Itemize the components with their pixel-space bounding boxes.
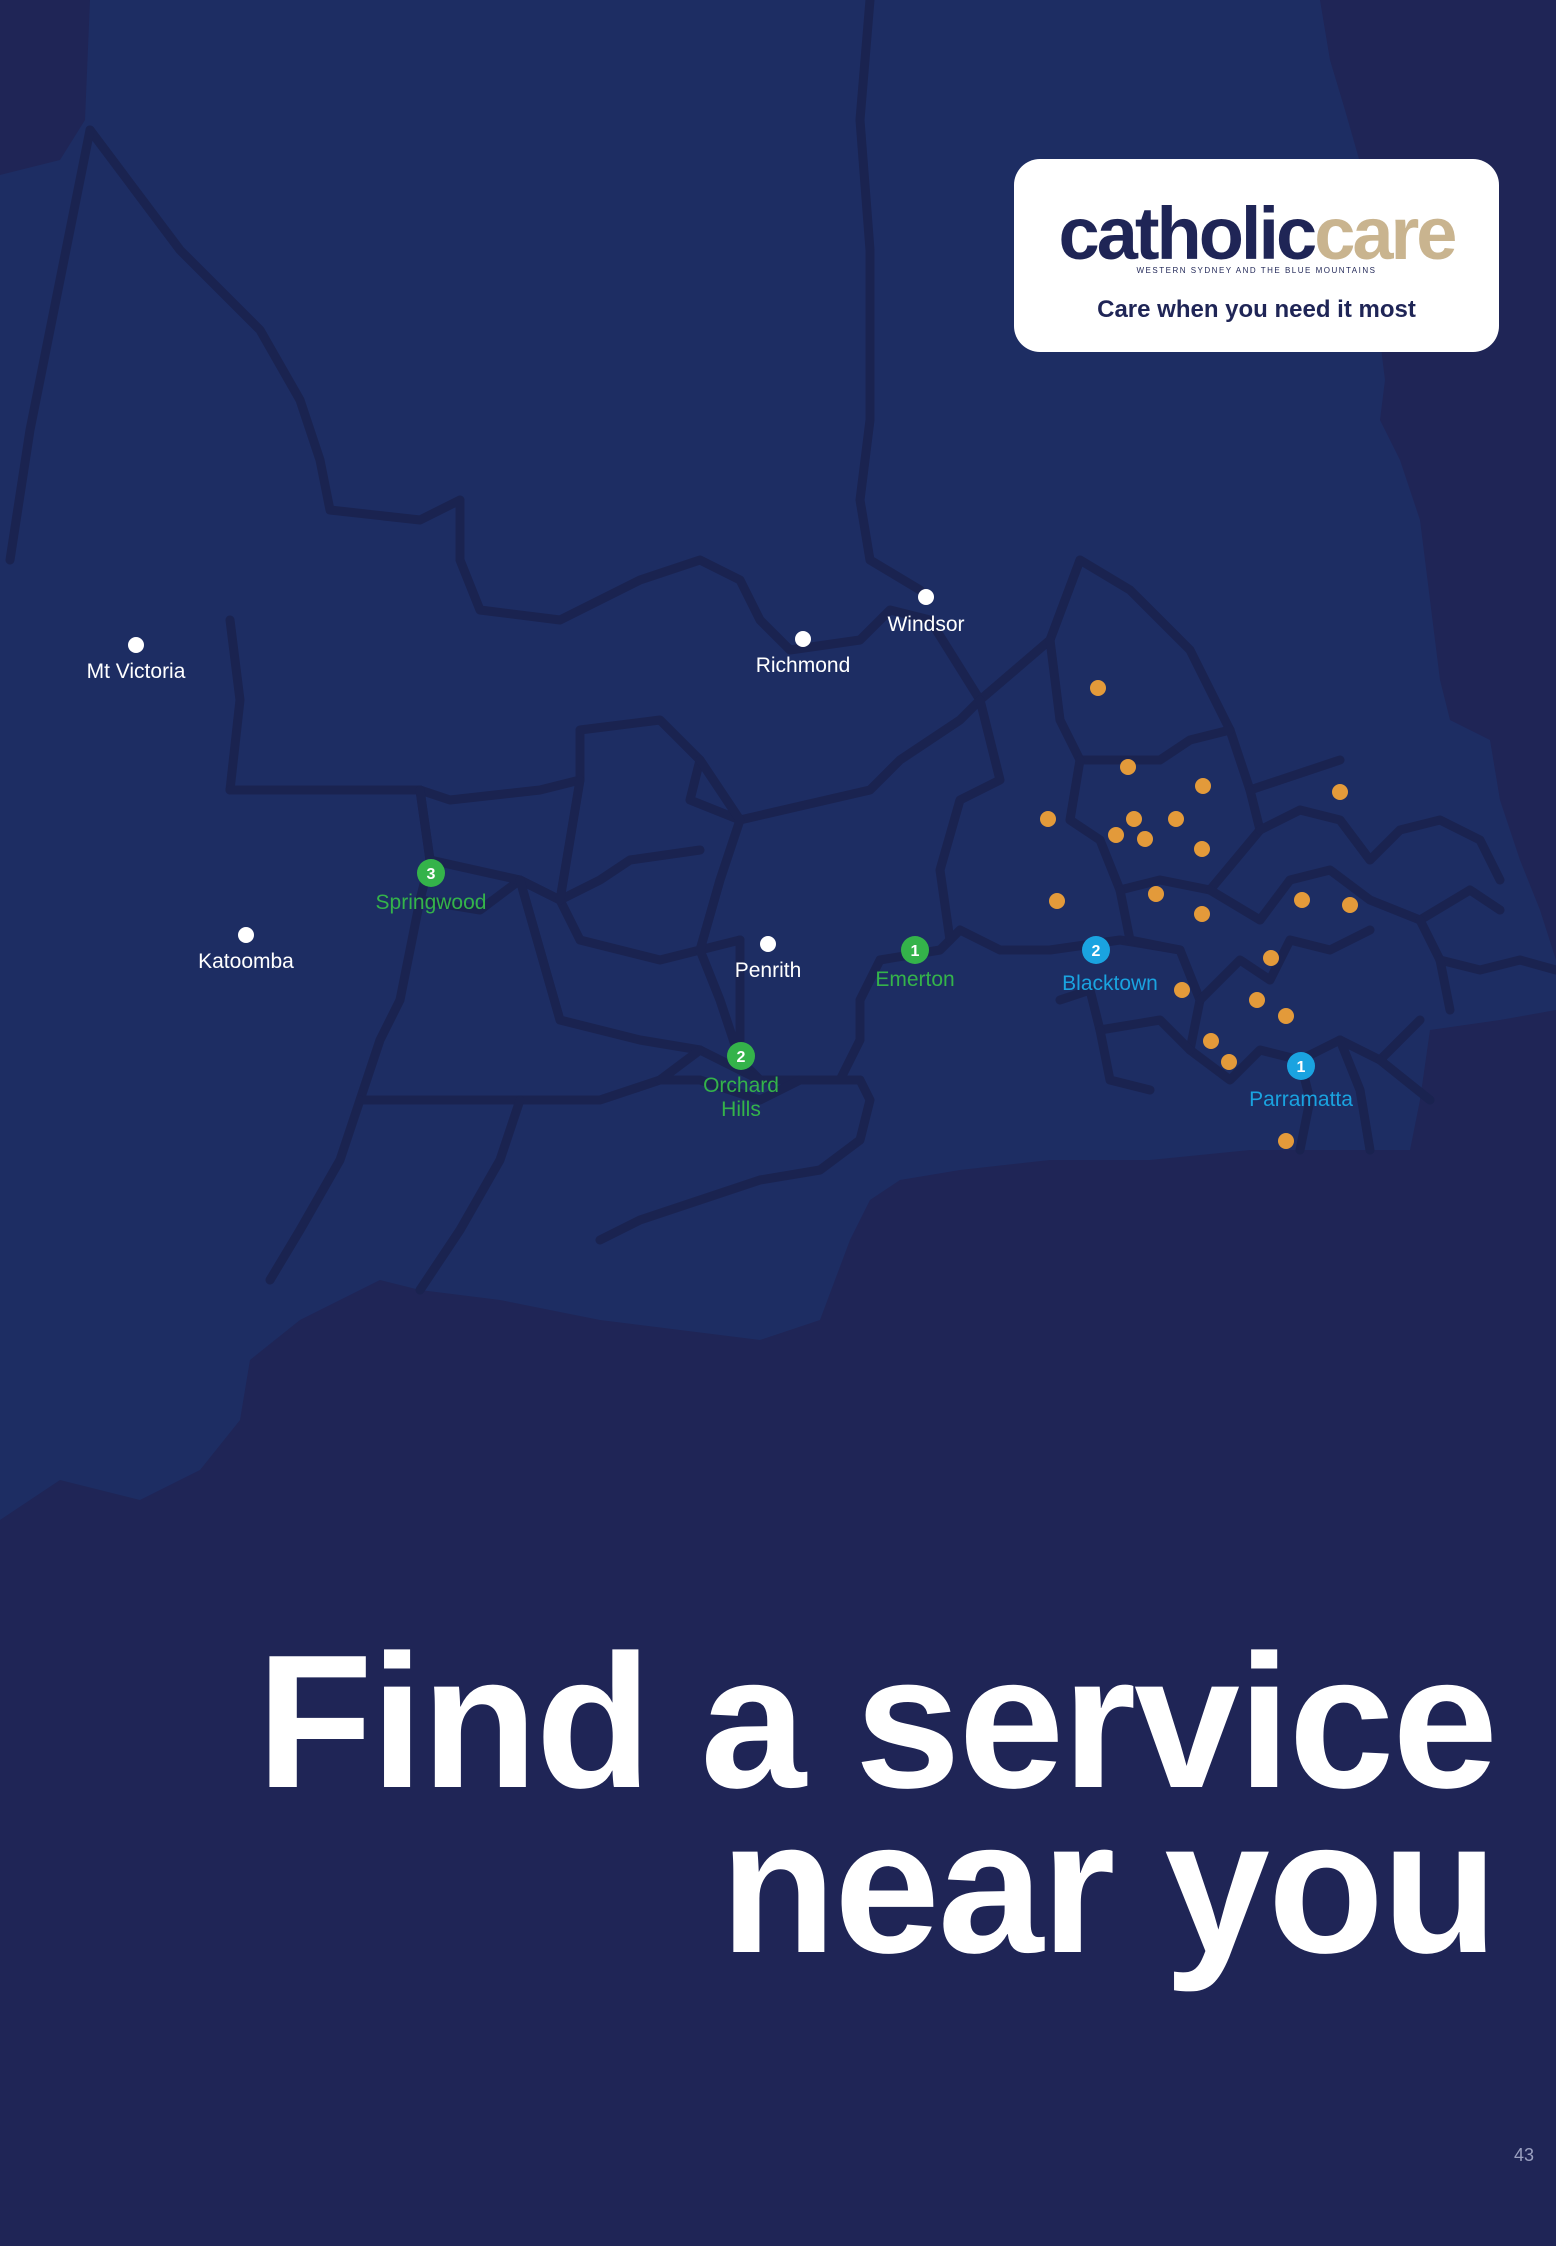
brand-word-care: care	[1314, 192, 1457, 275]
service-label-springwood: Springwood	[376, 891, 487, 914]
town-dot-richmond	[795, 631, 811, 647]
service-dot	[1174, 982, 1190, 998]
service-label-emerton: Emerton	[875, 968, 954, 991]
service-dot	[1194, 906, 1210, 922]
service-dot	[1278, 1133, 1294, 1149]
brand-word-catholic: catholic	[1058, 192, 1318, 275]
service-dot	[1108, 827, 1124, 843]
service-dot	[1194, 841, 1210, 857]
town-dot-mt-victoria	[128, 637, 144, 653]
town-label-richmond: Richmond	[756, 654, 851, 677]
service-dot	[1342, 897, 1358, 913]
headline-line-2: near you	[720, 1781, 1498, 1993]
service-dot	[1263, 950, 1279, 966]
town-label-katoomba: Katoomba	[198, 950, 294, 973]
green-badge-number: 2	[737, 1049, 746, 1066]
blue-badge-number: 2	[1092, 943, 1101, 960]
logo-card: catholiccare WESTERN SYDNEY AND THE BLUE…	[1014, 159, 1499, 352]
service-label-hills: Hills	[721, 1098, 761, 1121]
service-dot	[1090, 680, 1106, 696]
service-dot	[1168, 811, 1184, 827]
service-dot	[1278, 1008, 1294, 1024]
town-dot-katoomba	[238, 927, 254, 943]
service-dot	[1332, 784, 1348, 800]
service-dot	[1249, 992, 1265, 1008]
service-label-orchard: Orchard	[703, 1074, 779, 1097]
town-dot-windsor	[918, 589, 934, 605]
blue-badge-number: 1	[1297, 1059, 1306, 1076]
page-headline: Find a service near you	[257, 1627, 1498, 1993]
service-dot	[1137, 831, 1153, 847]
service-label-parramatta: Parramatta	[1249, 1088, 1353, 1111]
service-dot	[1040, 811, 1056, 827]
service-dot	[1049, 893, 1065, 909]
brand-wordmark: catholiccare	[1014, 197, 1499, 271]
service-dot	[1148, 886, 1164, 902]
page-number: 43	[1513, 2145, 1534, 2165]
brand-tagline: Care when you need it most	[1097, 296, 1416, 323]
green-badge-number: 3	[427, 866, 436, 883]
service-dot	[1195, 778, 1211, 794]
green-badge-number: 1	[911, 943, 920, 960]
town-label-windsor: Windsor	[887, 613, 964, 636]
service-dot	[1294, 892, 1310, 908]
service-dot	[1126, 811, 1142, 827]
service-label-blacktown: Blacktown	[1062, 972, 1158, 995]
brand-subtitle: WESTERN SYDNEY AND THE BLUE MOUNTAINS	[1136, 266, 1377, 275]
service-dot	[1203, 1033, 1219, 1049]
town-label-penrith: Penrith	[735, 959, 802, 982]
service-dot	[1120, 759, 1136, 775]
service-dot	[1221, 1054, 1237, 1070]
town-label-mt-victoria: Mt Victoria	[87, 660, 186, 683]
town-dot-penrith	[760, 936, 776, 952]
